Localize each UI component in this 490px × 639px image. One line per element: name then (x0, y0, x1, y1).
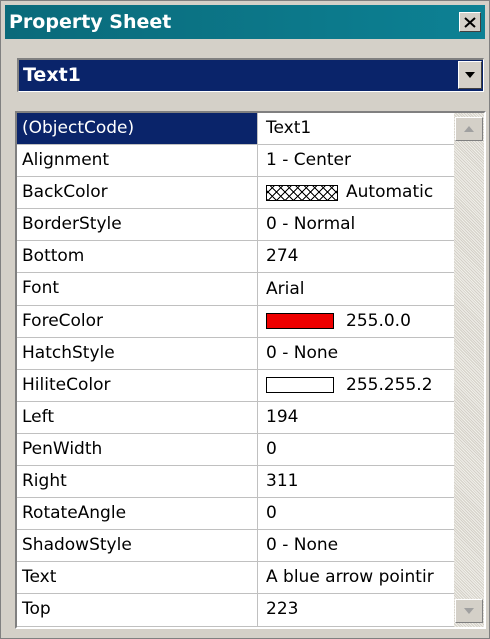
property-value[interactable]: 223 (258, 594, 454, 625)
property-value-text: 0 - Normal (266, 214, 356, 235)
object-selector-dropdown[interactable]: Text1 (17, 58, 484, 92)
property-list: (ObjectCode) Text1 Alignment 1 - Center Back… (17, 113, 454, 627)
property-value-text: 0 - None (266, 342, 339, 363)
property-sheet-window: Property Sheet Text1 (ObjectCode) Text1 Al… (0, 0, 490, 639)
property-row[interactable]: Bottom 274 (17, 241, 454, 274)
object-selector-value: Text1 (23, 64, 81, 86)
property-name[interactable]: Alignment (17, 145, 258, 177)
property-name[interactable]: (ObjectCode) (17, 113, 258, 145)
property-value-text: Automatic (346, 182, 434, 203)
property-row[interactable]: RotateAngle 0 (17, 498, 454, 531)
property-value-text: 194 (266, 406, 299, 427)
property-name[interactable]: BackColor (17, 177, 258, 209)
property-row[interactable]: Alignment 1 - Center (17, 145, 454, 178)
property-value[interactable]: Text1 (258, 113, 454, 144)
property-grid: (ObjectCode) Text1 Alignment 1 - Center Back… (15, 111, 486, 629)
property-value[interactable]: 255.255.2 (258, 370, 454, 401)
property-value[interactable]: 0 - None (258, 338, 454, 369)
property-value[interactable]: Arial (258, 273, 454, 304)
property-row[interactable]: (ObjectCode) Text1 (17, 113, 454, 146)
property-row[interactable]: Top 223 (17, 594, 454, 627)
property-row[interactable]: HatchStyle 0 - None (17, 337, 454, 370)
window-title: Property Sheet (9, 11, 172, 33)
dropdown-arrow-button[interactable] (458, 61, 482, 89)
property-value[interactable]: 0 - None (258, 530, 454, 561)
property-name[interactable]: ShadowStyle (17, 530, 258, 562)
property-value-text: 0 - None (266, 535, 339, 556)
title-bar[interactable]: Property Sheet (5, 5, 485, 39)
property-name[interactable]: PenWidth (17, 433, 258, 466)
property-value-text: 0 (266, 503, 277, 524)
property-name[interactable]: HiliteColor (17, 369, 258, 401)
color-swatch (266, 184, 338, 201)
property-value-text: 311 (266, 471, 299, 492)
property-value-text: 0 (266, 438, 277, 459)
property-row[interactable]: ForeColor 255.0.0 (17, 305, 454, 338)
scroll-down-button[interactable] (455, 599, 483, 623)
property-row[interactable]: Right 311 (17, 466, 454, 499)
chevron-down-icon (465, 72, 475, 78)
property-value[interactable]: 0 - Normal (258, 209, 454, 240)
property-row[interactable]: BorderStyle 0 - Normal (17, 209, 454, 242)
property-value[interactable]: 274 (258, 241, 454, 272)
color-swatch (266, 377, 334, 394)
property-row[interactable]: Left 194 (17, 401, 454, 434)
property-value[interactable]: 0 (258, 434, 454, 465)
color-swatch (266, 313, 334, 330)
property-value[interactable]: Automatic (258, 177, 454, 208)
scroll-down-icon (464, 608, 474, 614)
property-value-text: Arial (266, 278, 305, 299)
property-value-text: 274 (266, 246, 299, 267)
property-name[interactable]: Top (17, 594, 258, 626)
property-name[interactable]: RotateAngle (17, 498, 258, 530)
property-name[interactable]: Left (17, 401, 258, 433)
property-name[interactable]: HatchStyle (17, 337, 258, 369)
property-name[interactable]: Font (17, 273, 258, 305)
property-value[interactable]: 1 - Center (258, 145, 454, 176)
property-value[interactable]: 194 (258, 402, 454, 433)
property-value-text: 255.255.2 (346, 374, 433, 395)
close-icon (464, 16, 476, 28)
property-name[interactable]: Right (17, 466, 258, 498)
property-row[interactable]: BackColor Automatic (17, 177, 454, 210)
property-value[interactable]: 255.0.0 (258, 306, 454, 337)
property-value[interactable]: 311 (258, 466, 454, 497)
property-value[interactable]: A blue arrow pointir (258, 562, 454, 593)
property-name[interactable]: Bottom (17, 241, 258, 273)
property-value-text: Text1 (266, 118, 312, 139)
close-button[interactable] (459, 12, 481, 32)
vertical-scrollbar[interactable] (454, 113, 484, 627)
property-row[interactable]: PenWidth 0 (17, 433, 454, 467)
property-name[interactable]: Text (17, 562, 258, 594)
property-value-text: A blue arrow pointir (266, 567, 434, 588)
property-value[interactable]: 0 (258, 498, 454, 529)
scroll-up-button[interactable] (455, 117, 483, 141)
property-value-text: 1 - Center (266, 150, 351, 171)
property-name[interactable]: BorderStyle (17, 209, 258, 241)
property-row[interactable]: Font Arial (17, 273, 454, 306)
property-row[interactable]: Text A blue arrow pointir (17, 562, 454, 595)
property-value-text: 255.0.0 (346, 310, 411, 331)
property-name[interactable]: ForeColor (17, 305, 258, 337)
scroll-up-icon (464, 126, 474, 132)
property-value-text: 223 (266, 599, 299, 620)
property-row[interactable]: ShadowStyle 0 - None (17, 530, 454, 563)
property-row[interactable]: HiliteColor 255.255.2 (17, 369, 454, 402)
